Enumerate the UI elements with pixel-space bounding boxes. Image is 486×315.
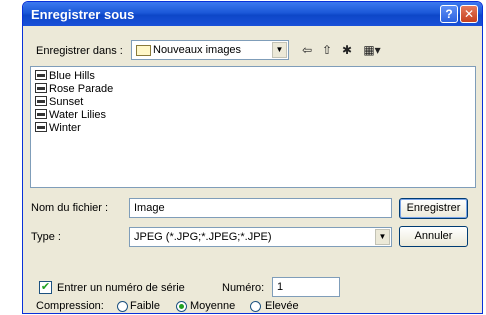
filetype-value: JPEG (*.JPG;*.JPEG;*.JPE) <box>134 231 272 243</box>
compression-label: Compression: <box>36 300 104 312</box>
save-in-value: Nouveaux images <box>153 44 242 56</box>
compression-radio-low[interactable] <box>117 301 128 312</box>
chevron-down-icon[interactable]: ▼ <box>375 229 390 245</box>
compression-radio-medium[interactable] <box>176 301 187 312</box>
save-as-dialog: Enregistrer sous ? ✕ Enregistrer dans : … <box>22 1 483 314</box>
save-in-combo[interactable]: Nouveaux images ▼ <box>131 40 289 60</box>
help-button[interactable]: ? <box>440 5 458 23</box>
filename-value: Image <box>134 202 165 214</box>
dialog-title: Enregistrer sous <box>31 7 135 22</box>
title-bar[interactable]: Enregistrer sous ? ✕ <box>23 2 482 26</box>
filetype-combo[interactable]: JPEG (*.JPG;*.JPEG;*.JPE) ▼ <box>129 227 392 247</box>
list-item[interactable]: Rose Parade <box>35 83 113 96</box>
close-button[interactable]: ✕ <box>460 5 478 23</box>
view-menu-icon[interactable]: ▦▾ <box>361 43 383 57</box>
save-button[interactable]: Enregistrer <box>399 198 468 219</box>
list-item[interactable]: Blue Hills <box>35 70 95 83</box>
up-folder-icon[interactable]: ⇧ <box>319 43 335 57</box>
image-file-icon <box>35 96 47 106</box>
number-field[interactable]: 1 <box>272 277 340 297</box>
compression-option-high: Elevée <box>265 300 299 312</box>
image-file-icon <box>35 70 47 80</box>
list-item[interactable]: Winter <box>35 122 81 135</box>
cancel-button[interactable]: Annuler <box>399 226 468 247</box>
number-value: 1 <box>277 281 284 293</box>
chevron-down-icon[interactable]: ▼ <box>272 42 287 58</box>
image-file-icon <box>35 83 47 93</box>
save-in-label: Enregistrer dans : <box>36 45 123 57</box>
serial-checkbox[interactable]: ✔ <box>39 281 52 294</box>
compression-option-low: Faible <box>130 300 160 312</box>
filename-field[interactable]: Image <box>129 198 392 218</box>
number-label: Numéro: <box>222 282 265 294</box>
folder-icon <box>136 45 151 56</box>
file-list[interactable]: Blue Hills Rose Parade Sunset Water Lili… <box>30 66 476 188</box>
image-file-icon <box>35 109 47 119</box>
serial-checkbox-label: Entrer un numéro de série <box>57 282 185 294</box>
image-file-icon <box>35 122 47 132</box>
filetype-label: Type : <box>31 231 61 243</box>
back-icon[interactable]: ⇦ <box>299 43 315 57</box>
list-item[interactable]: Water Lilies <box>35 109 106 122</box>
compression-radio-high[interactable] <box>250 301 261 312</box>
list-item[interactable]: Sunset <box>35 96 83 109</box>
new-folder-icon[interactable]: ✱ <box>339 43 355 57</box>
compression-option-medium: Moyenne <box>190 300 236 312</box>
filename-label: Nom du fichier : <box>31 202 109 214</box>
